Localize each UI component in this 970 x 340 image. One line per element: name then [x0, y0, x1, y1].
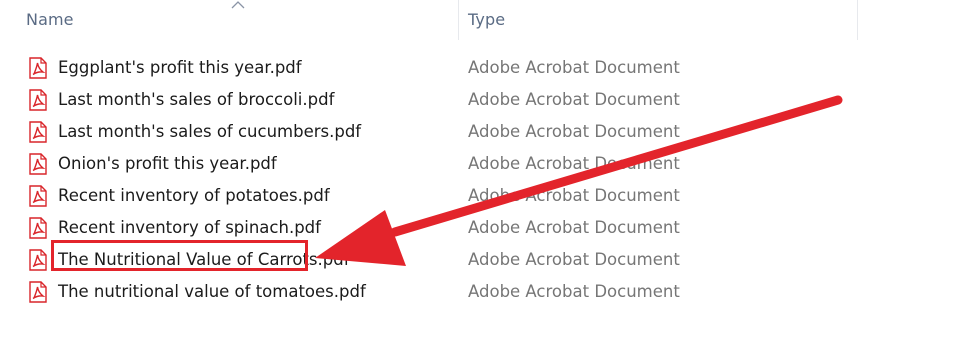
column-header-name[interactable]: Name — [26, 10, 74, 29]
file-type: Adobe Acrobat Document — [468, 186, 680, 205]
column-header-type[interactable]: Type — [468, 10, 505, 29]
pdf-file-icon — [29, 281, 47, 303]
column-divider[interactable] — [458, 0, 459, 40]
file-row[interactable]: The nutritional value of tomatoes.pdf Ad… — [0, 276, 860, 308]
file-name[interactable]: Recent inventory of potatoes.pdf — [58, 186, 330, 205]
file-row[interactable]: Recent inventory of potatoes.pdf Adobe A… — [0, 180, 860, 212]
pdf-file-icon — [29, 185, 47, 207]
file-name[interactable]: Last month's sales of broccoli.pdf — [58, 90, 334, 109]
file-type: Adobe Acrobat Document — [468, 122, 680, 141]
file-type: Adobe Acrobat Document — [468, 154, 680, 173]
file-type: Adobe Acrobat Document — [468, 250, 680, 269]
file-explorer-view: Name Type Eggplant's profit this year.pd… — [0, 0, 970, 340]
file-name[interactable]: The Nutritional Value of Carrots.pdf — [58, 250, 350, 269]
file-type: Adobe Acrobat Document — [468, 90, 680, 109]
file-type: Adobe Acrobat Document — [468, 58, 680, 77]
pdf-file-icon — [29, 249, 47, 271]
file-type: Adobe Acrobat Document — [468, 282, 680, 301]
pdf-file-icon — [29, 121, 47, 143]
sort-ascending-caret-icon — [231, 1, 245, 9]
file-name[interactable]: The nutritional value of tomatoes.pdf — [58, 282, 366, 301]
file-type: Adobe Acrobat Document — [468, 218, 680, 237]
file-row[interactable]: Recent inventory of spinach.pdf Adobe Ac… — [0, 212, 860, 244]
pdf-file-icon — [29, 89, 47, 111]
file-row[interactable]: Onion's profit this year.pdf Adobe Acrob… — [0, 148, 860, 180]
column-divider[interactable] — [857, 0, 858, 40]
file-name[interactable]: Onion's profit this year.pdf — [58, 154, 277, 173]
pdf-file-icon — [29, 153, 47, 175]
file-row[interactable]: Last month's sales of broccoli.pdf Adobe… — [0, 84, 860, 116]
pdf-file-icon — [29, 57, 47, 79]
file-row[interactable]: The Nutritional Value of Carrots.pdf Ado… — [0, 244, 860, 276]
file-name[interactable]: Recent inventory of spinach.pdf — [58, 218, 321, 237]
file-list: Eggplant's profit this year.pdf Adobe Ac… — [0, 52, 860, 308]
column-header-bar: Name Type — [0, 0, 860, 42]
file-name[interactable]: Last month's sales of cucumbers.pdf — [58, 122, 361, 141]
pdf-file-icon — [29, 217, 47, 239]
file-name[interactable]: Eggplant's profit this year.pdf — [58, 58, 302, 77]
file-row[interactable]: Eggplant's profit this year.pdf Adobe Ac… — [0, 52, 860, 84]
file-row[interactable]: Last month's sales of cucumbers.pdf Adob… — [0, 116, 860, 148]
